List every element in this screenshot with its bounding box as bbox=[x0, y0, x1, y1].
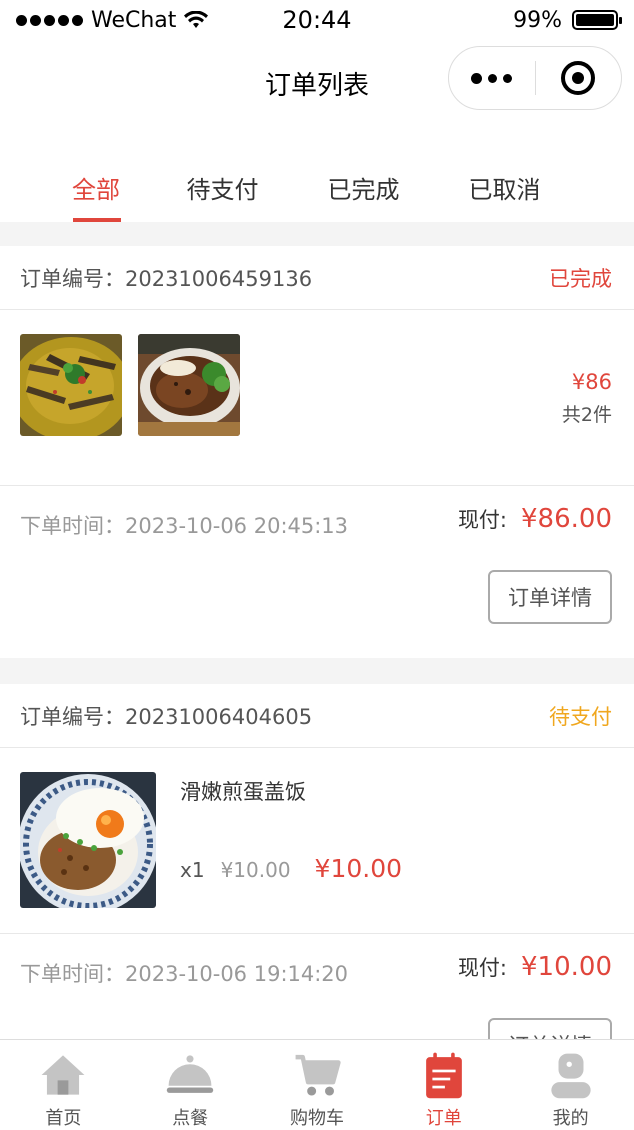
order-detail-button[interactable]: 订单详情 bbox=[488, 1018, 612, 1039]
order-footer: 下单时间：2023-10-06 20:45:13 现付: ¥86.00 订单详情 bbox=[0, 486, 634, 658]
tabbar-item-orders[interactable]: 订单 bbox=[380, 1040, 507, 1130]
order-items[interactable]: 滑嫩煎蛋盖饭 x1 ¥10.00 ¥10.00 bbox=[0, 748, 634, 934]
order-items[interactable]: ¥86 共2件 bbox=[0, 310, 634, 486]
order-tabs: 全部 待支付 已完成 已取消 bbox=[0, 126, 634, 222]
tab-pending[interactable]: 待支付 bbox=[152, 126, 293, 222]
paid-label: 现付: bbox=[457, 956, 508, 980]
dish-thumbnail bbox=[138, 334, 240, 436]
dish-thumbnail bbox=[20, 334, 122, 436]
order-detail-button[interactable]: 订单详情 bbox=[488, 570, 612, 624]
paid-amount: 现付: ¥86.00 bbox=[458, 504, 612, 534]
order-time-value: 2023-10-06 20:45:13 bbox=[125, 514, 349, 538]
order-number: 订单编号：20231006459136 bbox=[20, 263, 312, 293]
home-icon bbox=[41, 1055, 85, 1095]
tabbar-label: 首页 bbox=[45, 1108, 82, 1129]
page-title: 订单列表 bbox=[264, 70, 369, 101]
tabbar-item-order-food[interactable]: 点餐 bbox=[127, 1040, 254, 1130]
order-time-value: 2023-10-06 19:14:20 bbox=[125, 962, 349, 986]
order-status: 待支付 bbox=[549, 704, 612, 729]
tabbar-label: 点餐 bbox=[172, 1108, 209, 1129]
order-number-value: 20231006404605 bbox=[125, 704, 313, 729]
item-price-row: x1 ¥10.00 ¥10.00 bbox=[180, 854, 402, 883]
food-cloche-icon bbox=[166, 1055, 214, 1093]
miniprogram-capsule bbox=[448, 46, 622, 110]
order-number-value: 20231006459136 bbox=[125, 266, 313, 291]
order-total: ¥86 bbox=[571, 370, 612, 394]
close-miniprogram-icon[interactable] bbox=[536, 61, 622, 95]
tabbar-item-home[interactable]: 首页 bbox=[0, 1040, 127, 1130]
tab-all[interactable]: 全部 bbox=[40, 126, 152, 222]
tabbar-label: 购物车 bbox=[289, 1108, 344, 1129]
paid-value: ¥86.00 bbox=[521, 504, 612, 534]
battery-info: 99% bbox=[513, 7, 622, 33]
order-card[interactable]: 订单编号：20231006459136 已完成 ¥86 共2件 下单时间：202… bbox=[0, 246, 634, 658]
tabbar-item-me[interactable]: 我的 bbox=[507, 1040, 634, 1130]
order-header: 订单编号：20231006459136 已完成 bbox=[0, 246, 634, 310]
order-list-icon bbox=[425, 1052, 462, 1099]
wifi-icon bbox=[184, 11, 209, 28]
order-time-label: 下单时间： bbox=[20, 962, 125, 986]
order-time: 下单时间：2023-10-06 20:45:13 bbox=[20, 510, 348, 540]
order-card[interactable]: 订单编号：20231006404605 待支付 滑嫩煎蛋盖饭 x1 ¥10.00… bbox=[0, 684, 634, 1039]
order-time-label: 下单时间： bbox=[20, 514, 125, 538]
unit-price: ¥10.00 bbox=[220, 858, 291, 882]
order-status: 已完成 bbox=[549, 266, 612, 291]
paid-value: ¥10.00 bbox=[521, 952, 612, 982]
item-price: ¥10.00 bbox=[314, 854, 403, 883]
item-quantity: x1 bbox=[180, 858, 205, 882]
order-header: 订单编号：20231006404605 待支付 bbox=[0, 684, 634, 748]
order-time: 下单时间：2023-10-06 19:14:20 bbox=[20, 958, 348, 988]
user-icon bbox=[550, 1053, 591, 1099]
bottom-tab-bar: 首页 点餐 购物车 订单 我的 bbox=[0, 1039, 634, 1130]
carrier-info: WeChat bbox=[16, 7, 209, 33]
battery-icon bbox=[572, 10, 622, 30]
order-footer: 下单时间：2023-10-06 19:14:20 现付: ¥10.00 订单详情 bbox=[0, 934, 634, 1039]
order-summary: ¥86 共2件 bbox=[562, 370, 612, 427]
nav-bar: 订单列表 bbox=[0, 40, 634, 126]
dish-thumbnail bbox=[20, 772, 156, 908]
tabbar-label: 订单 bbox=[425, 1108, 462, 1129]
item-count: 共2件 bbox=[561, 404, 612, 426]
battery-percent: 99% bbox=[513, 7, 562, 33]
tab-cancelled[interactable]: 已取消 bbox=[434, 126, 575, 222]
order-number-label: 订单编号： bbox=[20, 704, 125, 729]
carrier-label: WeChat bbox=[91, 7, 177, 33]
dish-name: 滑嫩煎蛋盖饭 bbox=[180, 780, 306, 804]
paid-amount: 现付: ¥10.00 bbox=[458, 952, 612, 982]
order-number-label: 订单编号： bbox=[20, 266, 125, 291]
more-icon[interactable] bbox=[449, 72, 535, 84]
order-number: 订单编号：20231006404605 bbox=[20, 701, 312, 731]
signal-icon bbox=[16, 14, 83, 26]
tab-completed[interactable]: 已完成 bbox=[293, 126, 434, 222]
tabbar-label: 我的 bbox=[552, 1108, 589, 1129]
paid-label: 现付: bbox=[457, 508, 508, 532]
cart-icon bbox=[295, 1054, 341, 1096]
tabbar-item-cart[interactable]: 购物车 bbox=[254, 1040, 381, 1130]
status-bar: WeChat 20:44 99% bbox=[0, 0, 634, 40]
